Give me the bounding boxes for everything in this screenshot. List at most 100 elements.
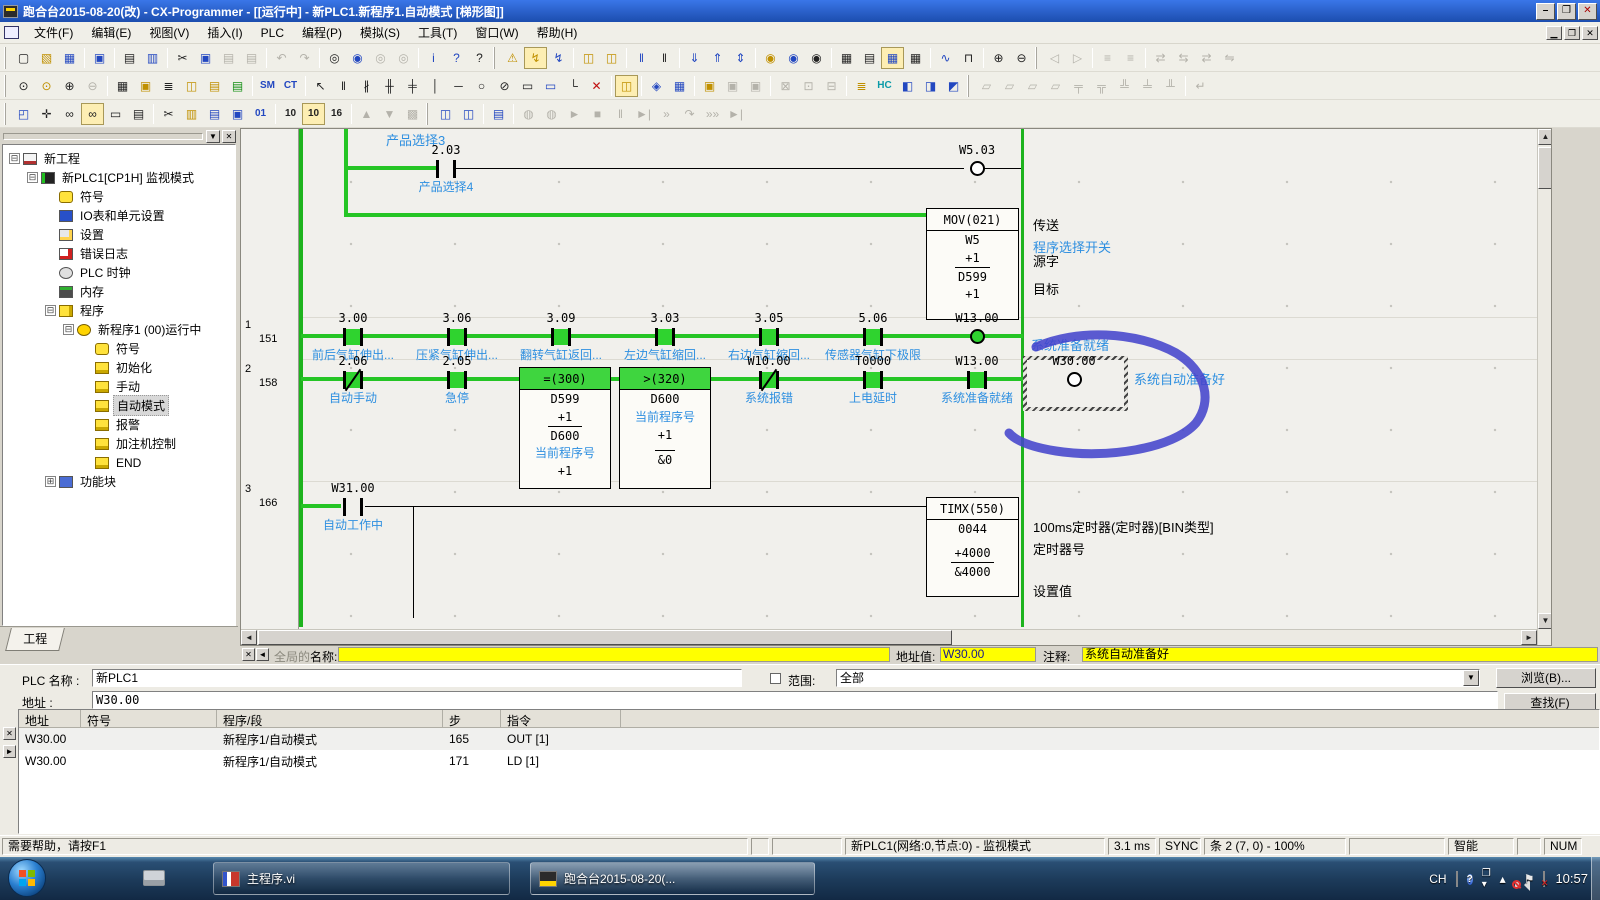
toolbar-grip[interactable] [967, 75, 971, 97]
redo-icon[interactable]: ↷ [293, 47, 316, 69]
auto-online-icon[interactable]: ↯ [547, 47, 570, 69]
delete-line-icon[interactable]: ✕ [585, 75, 608, 97]
vertical-scroll-thumb[interactable] [1538, 147, 1552, 189]
menu-view[interactable]: 视图(V) [140, 21, 198, 44]
copy-icon[interactable]: ▣ [194, 47, 217, 69]
tree-item-project[interactable]: ⊟ 新工程 [3, 149, 235, 168]
maximize-button[interactable]: ❐ [1557, 3, 1576, 20]
tree-item-plc[interactable]: ⊟ 新PLC1[CP1H] 监视模式 [3, 168, 235, 187]
hex-icon[interactable]: 16 [325, 103, 348, 125]
tree-item-filler-control[interactable]: 加注机控制 [3, 434, 235, 453]
hidden-icons-chevron[interactable]: ▴ [1500, 872, 1506, 886]
coil-W5.03[interactable]: W5.03 [925, 143, 1029, 178]
section-list-icon[interactable]: ▤ [203, 103, 226, 125]
contact-2.03[interactable]: 2.03 产品选择4 [394, 143, 498, 195]
menu-help[interactable]: 帮助(H) [528, 21, 587, 44]
scroll-left-button[interactable]: ◄ [241, 630, 257, 645]
zoom-fit-icon[interactable]: ⊙ [12, 75, 35, 97]
header-program-section[interactable]: 程序/段 [217, 710, 443, 727]
tree-item-settings[interactable]: 设置 [3, 225, 235, 244]
symbol-tree-icon[interactable]: ≣ [850, 75, 873, 97]
cross-reference-icon[interactable]: ✂ [157, 103, 180, 125]
rail-3-icon[interactable]: ╩ [1113, 75, 1136, 97]
scroll-down-button[interactable]: ▼ [1538, 613, 1552, 629]
plc-name-field[interactable]: 新PLC1 [92, 669, 742, 687]
start-button[interactable] [8, 859, 46, 897]
tree-item-manual[interactable]: 手动 [3, 377, 235, 396]
infobar-close-button[interactable]: ✕ [242, 648, 255, 661]
print-preview-icon[interactable]: ▥ [141, 47, 164, 69]
indent-right-icon[interactable]: ▷ [1066, 47, 1089, 69]
window-layout-icon[interactable]: ◰ [12, 103, 35, 125]
address-reference-icon[interactable]: ▥ [180, 103, 203, 125]
find-icon[interactable]: ◎ [323, 47, 346, 69]
name-value-field[interactable] [338, 647, 890, 662]
build-icon[interactable]: ✛ [35, 103, 58, 125]
go-minus-icon[interactable]: ⊟ [820, 75, 843, 97]
sim-comment-icon[interactable]: ▤ [487, 103, 510, 125]
monitor-ladder-icon[interactable]: ◫ [615, 75, 638, 97]
compare-4-icon[interactable]: ⇋ [1218, 47, 1241, 69]
browse-button[interactable]: 浏览(B)... [1496, 668, 1596, 688]
pause-monitor-icon[interactable]: ‖ [630, 47, 653, 69]
taskbar-clock[interactable]: 10:57 [1555, 871, 1588, 886]
line-connect-icon[interactable]: └ [562, 75, 585, 97]
show-desktop-button[interactable] [1591, 857, 1600, 900]
scope-checkbox[interactable] [770, 673, 781, 684]
sim-window2-icon[interactable]: ◫ [457, 103, 480, 125]
pause-icon[interactable]: ‖ [653, 47, 676, 69]
tree-item-auto-mode[interactable]: 自动模式 [3, 396, 235, 415]
tree-item-io-table[interactable]: IO表和单元设置 [3, 206, 235, 225]
tree-item-alarm[interactable]: 报警 [3, 415, 235, 434]
taskbar-button-cx-programmer[interactable]: 跑合台2015-08-20(... [530, 862, 815, 895]
mdi-close-button[interactable]: ✕ [1582, 26, 1598, 40]
transfer-from-plc-icon[interactable]: ◫ [600, 47, 623, 69]
edit-release-icon[interactable]: ▣ [744, 75, 767, 97]
toolbar-grip[interactable] [426, 103, 430, 125]
network-disconnected-icon[interactable] [1543, 872, 1545, 886]
go-check-icon[interactable]: ⊡ [797, 75, 820, 97]
tree-close-button[interactable]: ✕ [222, 130, 236, 143]
contact-3.09[interactable]: 3.09 翻转气缸返回... [509, 311, 613, 363]
compare-3-icon[interactable]: ⇄ [1195, 47, 1218, 69]
coil-nc-icon[interactable]: ⊘ [493, 75, 516, 97]
header-symbol[interactable]: 符号 [81, 710, 217, 727]
findpanel-expand-button[interactable]: ► [3, 745, 16, 758]
help-tray-icon[interactable]: ? [1467, 871, 1473, 887]
keyboard-icon[interactable] [1456, 872, 1458, 886]
tree-item-error-log[interactable]: 错误日志 [3, 244, 235, 263]
scope-dropdown-arrow[interactable]: ▼ [1463, 670, 1479, 686]
binary-monitor-icon[interactable]: 01 [249, 103, 272, 125]
mdi-minimize-button[interactable]: ▁ [1546, 26, 1562, 40]
tree-item-init[interactable]: 初始化 [3, 358, 235, 377]
view-io-comment-icon[interactable]: ▦ [835, 47, 858, 69]
contact-2.05[interactable]: 2.05 急停 [405, 354, 509, 406]
monitor-mode-icon[interactable]: ◉ [782, 47, 805, 69]
sim-step-over-icon[interactable]: ↷ [678, 103, 701, 125]
pou-3-icon[interactable]: ▱ [1021, 75, 1044, 97]
instruction-mov[interactable]: MOV(021) W5 +1 D599 +1 [926, 208, 1019, 320]
horizontal-line-icon[interactable]: ─ [447, 75, 470, 97]
tree-item-end[interactable]: END [3, 453, 235, 472]
mdi-restore-button[interactable]: ❐ [1564, 26, 1580, 40]
watch-window2-icon[interactable]: ∞ [81, 103, 104, 125]
stop-mode-icon[interactable]: ◉ [805, 47, 828, 69]
sim-stop-icon[interactable]: ■ [586, 103, 609, 125]
toolbar-grip[interactable] [4, 47, 8, 69]
comment-value-field[interactable]: 系统自动准备好 [1082, 647, 1598, 662]
minimize-button[interactable]: – [1536, 3, 1555, 20]
run-mode-icon[interactable]: ◉ [759, 47, 782, 69]
instruction-equals[interactable]: =(300) D599 +1 D600 当前程序号 +1 [519, 367, 611, 489]
window-v-icon[interactable]: ◩ [942, 75, 965, 97]
menu-edit[interactable]: 编辑(E) [82, 21, 140, 44]
rung-comment-icon[interactable]: ▣ [134, 75, 157, 97]
local-window-icon[interactable]: ▣ [226, 103, 249, 125]
rail-2-icon[interactable]: ╦ [1090, 75, 1113, 97]
close-button[interactable]: ✕ [1578, 3, 1597, 20]
instruction-icon[interactable]: ▭ [516, 75, 539, 97]
rung-wrap-icon[interactable]: ◫ [180, 75, 203, 97]
rail-1-icon[interactable]: ╤ [1067, 75, 1090, 97]
findpanel-close-button[interactable]: ✕ [3, 727, 16, 740]
ct-icon[interactable]: CT [279, 75, 302, 97]
coil-W13.00[interactable]: W13.00 [925, 311, 1029, 346]
